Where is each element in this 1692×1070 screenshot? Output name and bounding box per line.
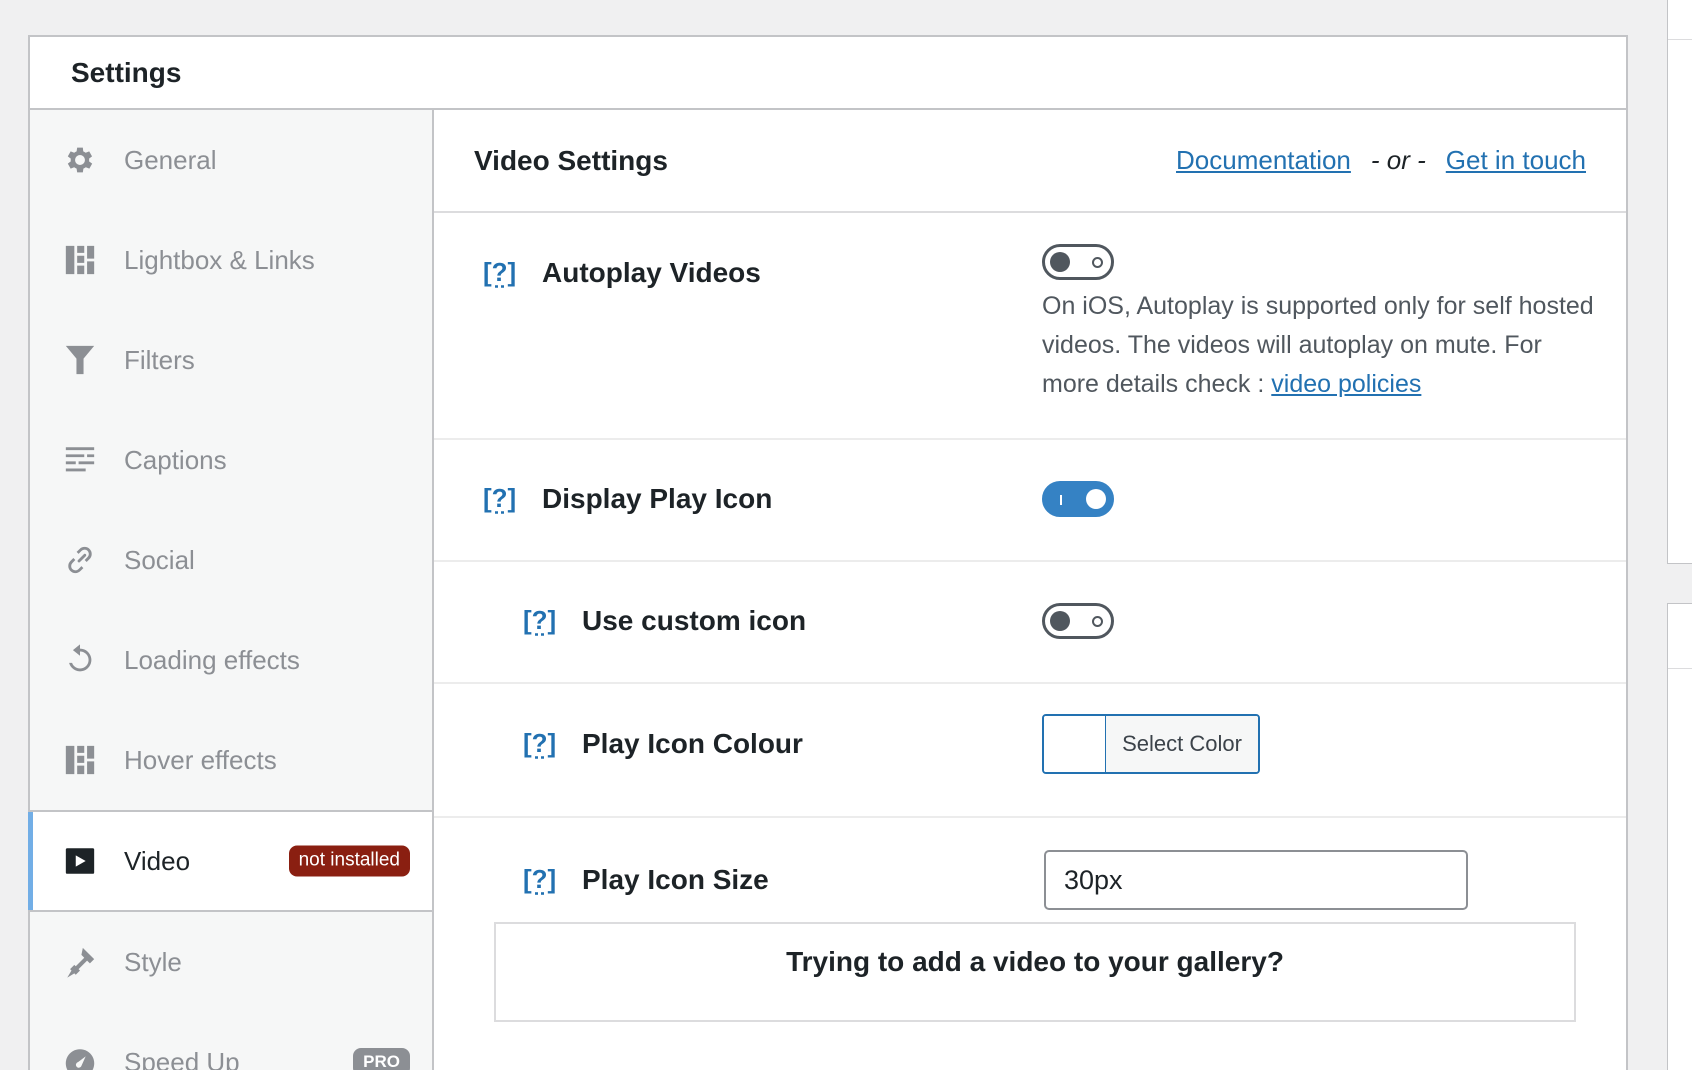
select-color-button[interactable]: Select Color [1106, 716, 1258, 772]
text-lines-icon [62, 442, 98, 478]
sidebar-item-filters[interactable]: Filters [30, 310, 432, 410]
toggle-on-indicator [1060, 495, 1062, 505]
toggle-knob [1086, 489, 1106, 509]
sidebar-item-lightbox-links[interactable]: Lightbox & Links [30, 210, 432, 310]
play-icon-size-input[interactable] [1044, 850, 1468, 910]
autoplay-videos-row: [?] Autoplay Videos On iOS, Autoplay is … [434, 213, 1626, 440]
panel-title: Settings [71, 57, 181, 89]
color-swatch[interactable] [1044, 716, 1106, 772]
help-link[interactable]: [?] [523, 728, 556, 759]
help-link[interactable]: [?] [523, 864, 556, 895]
sidebar-item-label: Filters [124, 345, 195, 376]
sidebar-item-captions[interactable]: Captions [30, 410, 432, 510]
row-label: Autoplay Videos [542, 257, 761, 289]
sidebar-item-loading-effects[interactable]: Loading effects [30, 610, 432, 710]
filter-icon [62, 342, 98, 378]
use-custom-icon-toggle[interactable] [1042, 603, 1114, 639]
autoplay-toggle[interactable] [1042, 244, 1114, 280]
autoplay-description: On iOS, Autoplay is supported only for s… [1042, 287, 1602, 404]
video-help-notice: Trying to add a video to your gallery? [494, 922, 1576, 1022]
sidebar-item-general[interactable]: General [30, 110, 432, 210]
display-play-icon-row: [?] Display Play Icon [434, 440, 1626, 562]
help-link[interactable]: [?] [483, 257, 516, 288]
link-icon [62, 542, 98, 578]
sidebar-item-label: Captions [124, 445, 227, 476]
sidebar-item-label: Social [124, 545, 195, 576]
gauge-icon [62, 1044, 98, 1070]
display-play-icon-toggle[interactable] [1042, 481, 1114, 517]
layout-icon [62, 242, 98, 278]
video-settings-content: Video Settings Documentation - or - Get … [434, 110, 1626, 1070]
header-links: Documentation - or - Get in touch [1176, 145, 1586, 176]
adjacent-panel-bottom [1667, 603, 1692, 1070]
video-play-icon [62, 843, 98, 879]
adjacent-panel-top [1667, 0, 1692, 564]
sidebar-item-speed-up[interactable]: Speed Up PRO [30, 1012, 432, 1070]
sidebar-item-style[interactable]: Style [30, 912, 432, 1012]
toggle-off-indicator [1092, 616, 1103, 627]
or-separator: - or - [1371, 145, 1426, 176]
sidebar-item-hover-effects[interactable]: Hover effects [30, 710, 432, 810]
row-label: Play Icon Colour [582, 728, 803, 760]
sidebar-item-social[interactable]: Social [30, 510, 432, 610]
row-label: Play Icon Size [582, 864, 769, 896]
help-link[interactable]: [?] [523, 605, 556, 636]
use-custom-icon-row: [?] Use custom icon [434, 562, 1626, 684]
documentation-link[interactable]: Documentation [1176, 145, 1351, 176]
get-in-touch-link[interactable]: Get in touch [1446, 145, 1586, 176]
status-badge: not installed [289, 846, 410, 877]
content-title: Video Settings [474, 145, 668, 177]
play-icon-colour-row: [?] Play Icon Colour Select Color [434, 684, 1626, 818]
sidebar-item-label: Lightbox & Links [124, 245, 315, 276]
sidebar-item-video[interactable]: Video not installed [28, 810, 432, 912]
row-label: Display Play Icon [542, 483, 772, 515]
sidebar-item-label: Speed Up [124, 1047, 240, 1070]
brush-icon [62, 944, 98, 980]
sidebar-item-label: General [124, 145, 217, 176]
notice-title: Trying to add a video to your gallery? [786, 946, 1284, 1020]
refresh-icon [62, 642, 98, 678]
play-icon-color-picker[interactable]: Select Color [1042, 714, 1260, 774]
help-link[interactable]: [?] [483, 483, 516, 514]
layout-icon [62, 742, 98, 778]
settings-sidebar: General Lightbox & Links Filters Caption… [30, 110, 434, 1070]
sidebar-item-label: Hover effects [124, 745, 277, 776]
sidebar-item-label: Loading effects [124, 645, 300, 676]
settings-panel: Settings General Lightbox & Links Filter… [28, 35, 1628, 1070]
content-header: Video Settings Documentation - or - Get … [434, 110, 1626, 213]
toggle-knob [1050, 611, 1070, 631]
sidebar-item-label: Style [124, 947, 182, 978]
sidebar-item-label: Video [124, 846, 190, 877]
toggle-knob [1050, 252, 1070, 272]
toggle-off-indicator [1092, 257, 1103, 268]
row-label: Use custom icon [582, 605, 806, 637]
gear-icon [62, 142, 98, 178]
panel-header: Settings [30, 37, 1626, 110]
video-policies-link[interactable]: video policies [1271, 370, 1421, 398]
pro-badge: PRO [353, 1048, 410, 1070]
